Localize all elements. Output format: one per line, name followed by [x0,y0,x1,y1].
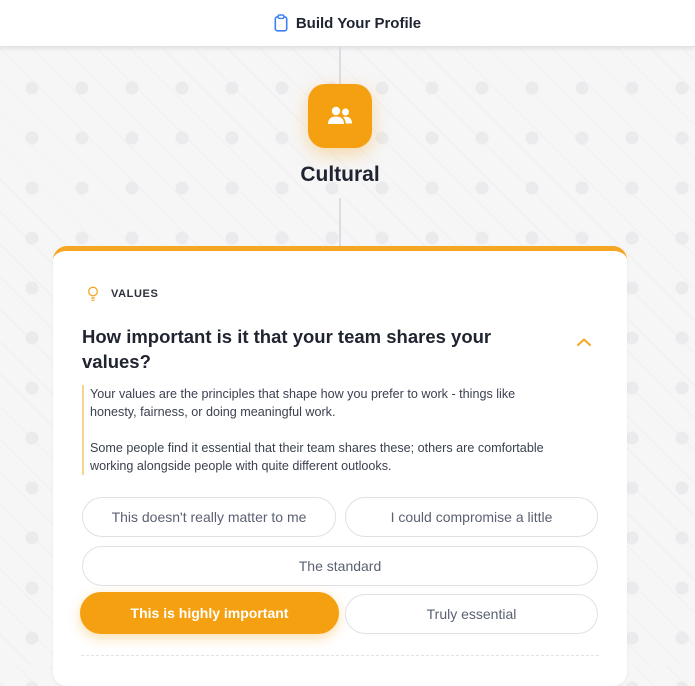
description-paragraph: Some people find it essential that their… [90,441,544,473]
collapse-button[interactable] [571,329,597,355]
connector-line-bottom [339,198,341,246]
question-tag: VALUES [87,286,158,302]
question-tag-label: VALUES [111,288,159,300]
question-card: VALUES How important is it that your tea… [53,246,627,686]
option-standard[interactable]: The standard [82,546,598,586]
description-paragraph: Your values are the principles that shap… [90,387,516,419]
option-highly-important[interactable]: This is highly important [80,592,339,634]
category-badge [308,84,372,148]
divider [81,655,599,656]
connector-line-top [339,47,341,84]
top-bar: Build Your Profile [0,0,695,47]
question-description: Your values are the principles that shap… [82,385,560,475]
page-title: Build Your Profile [295,14,422,32]
users-icon [326,105,354,127]
option-truly-essential[interactable]: Truly essential [345,594,598,634]
option-doesnt-matter[interactable]: This doesn't really matter to me [82,497,336,537]
clipboard-icon [274,14,288,32]
lightbulb-icon [87,286,99,302]
question-title: How important is it that your team share… [82,326,492,372]
category-title: Cultural [300,163,380,186]
option-compromise[interactable]: I could compromise a little [345,497,598,537]
chevron-up-icon [576,337,592,347]
